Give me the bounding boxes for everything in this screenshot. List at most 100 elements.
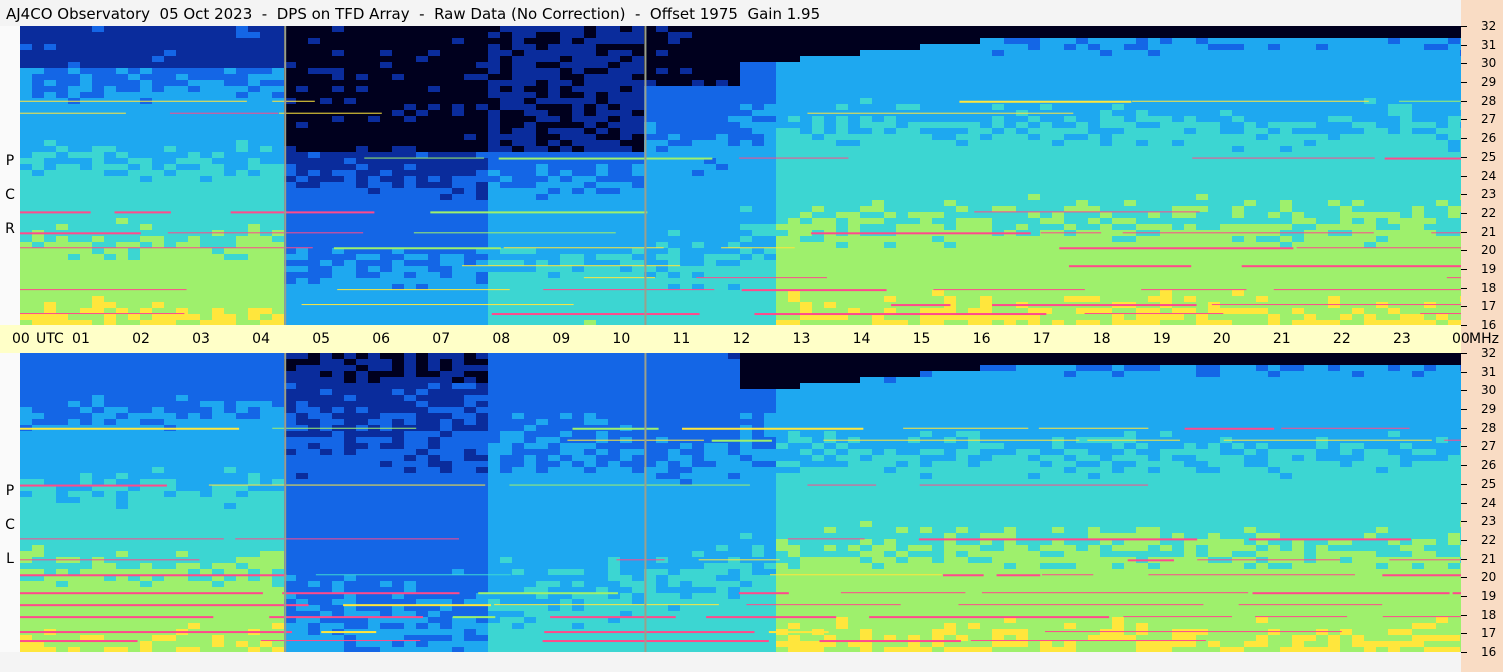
spectrogram-cell: [248, 224, 260, 230]
spectrogram-cell: [212, 74, 224, 80]
spectrogram-cell: [728, 44, 740, 50]
spectrogram-cell: [140, 116, 152, 122]
spectrogram-cell: [212, 194, 224, 200]
spectrogram-cell: [632, 86, 644, 92]
spectrogram-cell: [1028, 38, 1040, 44]
spectrogram-cell: [536, 140, 548, 146]
spectrogram-cell: [836, 68, 848, 74]
spectrogram-cell: [1028, 206, 1040, 212]
spectrogram-cell: [296, 200, 308, 206]
spectrogram-cell: [368, 254, 380, 260]
spectrogram-cell: [728, 80, 740, 86]
spectrogram-cell: [812, 122, 824, 128]
spectrogram-cell: [632, 122, 644, 128]
spectrogram-cell: [164, 302, 176, 308]
spectrogram-cell: [68, 170, 80, 176]
spectrogram-cell: [608, 266, 620, 272]
spectrogram-cell: [704, 188, 716, 194]
spectrogram-cell: [1184, 86, 1196, 92]
spectrogram-cell: [308, 260, 320, 266]
spectrogram-cell: [1028, 200, 1040, 206]
spectrogram-cell: [1028, 44, 1040, 50]
spectrogram-cell: [1028, 122, 1040, 128]
spectrogram-cell: [128, 254, 140, 260]
spectrogram-cell: [572, 224, 584, 230]
spectrogram-cell: [560, 260, 572, 266]
spectrogram-cell: [56, 236, 68, 242]
spectrogram-cell: [932, 68, 944, 74]
spectrogram-cell: [1028, 194, 1040, 200]
spectrogram-cell: [1148, 38, 1160, 44]
spectrogram-cell: [1196, 284, 1208, 290]
spectrogram-cell: [92, 302, 104, 308]
spectrogram-cell: [488, 134, 500, 140]
spectrogram-cell: [20, 254, 32, 260]
spectrogram-cell: [452, 68, 464, 74]
spectrogram-cell: [20, 86, 32, 92]
spectrogram-cell: [512, 182, 524, 188]
spectrogram-cell: [1124, 38, 1136, 44]
spectrogram-cell: [128, 206, 140, 212]
spectrogram-cell: [56, 272, 68, 278]
spectrogram-cell: [332, 56, 344, 62]
spectrogram-cell: [956, 248, 968, 254]
spectrogram-cell: [800, 218, 812, 224]
spectrogram-cell: [668, 80, 680, 86]
spectrogram-cell: [68, 116, 80, 122]
spectrogram-cell: [1052, 194, 1064, 200]
spectrogram-cell: [20, 272, 32, 278]
spectrogram-cell: [116, 290, 128, 296]
spectrogram-cell: [92, 296, 104, 302]
spectrogram-cell: [164, 194, 176, 200]
spectrogram-cell: [884, 266, 896, 272]
spectrogram-cell: [548, 182, 560, 188]
spectrogram-cell: [1184, 38, 1196, 44]
spectrogram-cell: [428, 80, 440, 86]
spectrogram-cell: [1088, 146, 1100, 152]
spectrogram-cell: [716, 188, 728, 194]
spectrogram-cell: [416, 212, 428, 218]
spectrogram-cell: [596, 92, 608, 98]
spectrogram-cell: [572, 98, 584, 104]
spectrogram-cell: [1148, 260, 1160, 266]
spectrogram-cell: [116, 260, 128, 266]
spectrogram-cell: [620, 302, 632, 308]
spectrogram-cell: [728, 206, 740, 212]
spectrogram-cell: [476, 236, 488, 242]
spectrogram-cell: [740, 248, 752, 254]
spectrogram-cell: [848, 176, 860, 182]
spectrogram-cell: [380, 206, 392, 212]
spectrogram-cell: [1100, 122, 1112, 128]
spectrogram-cell: [716, 308, 728, 314]
spectrogram-cell: [1064, 314, 1076, 320]
spectrogram-cell: [740, 62, 752, 68]
spectrogram-cell: [608, 224, 620, 230]
spectrogram-cell: [836, 80, 848, 86]
spectrogram-cell: [476, 308, 488, 314]
spectrogram-cell: [848, 206, 860, 212]
spectrogram-cell: [1208, 200, 1220, 206]
spectrogram-cell: [392, 224, 404, 230]
spectrogram-cell: [392, 266, 404, 272]
spectrogram-cell: [140, 110, 152, 116]
spectrogram-cell: [392, 92, 404, 98]
spectrogram-cell: [68, 254, 80, 260]
spectrogram-cell: [920, 206, 932, 212]
spectrogram-cell: [548, 134, 560, 140]
spectrogram-cell: [164, 74, 176, 80]
spectrogram-cell: [680, 50, 692, 56]
spectrogram-cell: [464, 26, 476, 32]
spectrogram-cell: [884, 104, 896, 110]
spectrogram-cell: [104, 194, 116, 200]
spectrogram-cell: [716, 296, 728, 302]
spectrogram-cell: [368, 290, 380, 296]
spectrogram-cell: [692, 254, 704, 260]
spectrogram-cell: [308, 236, 320, 242]
spectrogram-cell: [1076, 86, 1088, 92]
spectrogram-cell: [344, 266, 356, 272]
spectrogram-cell: [536, 146, 548, 152]
spectrogram-cell: [332, 134, 344, 140]
spectrogram-cell: [536, 236, 548, 242]
spectrogram-cell: [248, 62, 260, 68]
spectrogram-cell: [80, 152, 92, 158]
